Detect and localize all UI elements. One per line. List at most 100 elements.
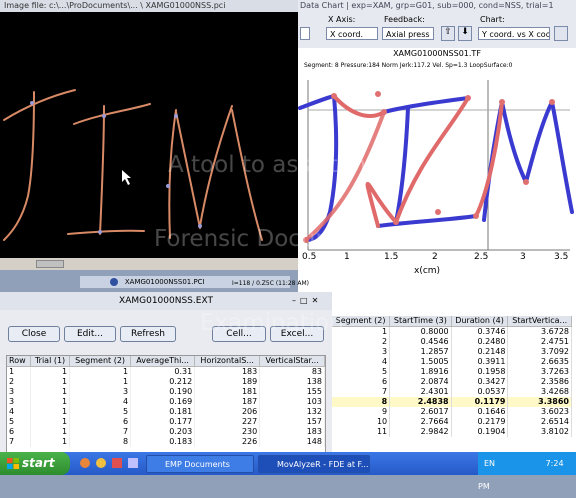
cell: 0.181 [130,407,196,417]
cell: 0.1646 [451,407,509,417]
chart-left-combo[interactable] [300,27,310,40]
cell: 2.6514 [507,417,572,427]
timing-table[interactable]: Segment (2) StartTime (3) Duration (4) S… [332,292,576,452]
cell: 4 [7,407,31,417]
cell: 3.7092 [507,347,572,357]
cell: 0.1179 [451,397,509,407]
table-row[interactable]: 3 1 4 0.169 187 103 [7,397,325,407]
chart-select[interactable]: Y coord. vs X coord [478,27,550,40]
firefox-quicklaunch-icon[interactable] [80,458,90,468]
overlay-caption-line1: A tool to assist in [168,152,367,178]
x-tick-label: 1.5 [384,252,399,262]
cell: 7 [332,387,391,397]
cell: 157 [259,417,325,427]
table-row[interactable]: 1 1 1 0.31 183 83 [7,366,325,377]
language-indicator[interactable]: EN [484,459,495,468]
desktop-quicklaunch-icon[interactable] [128,458,138,468]
cell: 3 [332,347,391,357]
segments-table[interactable]: Row Trial (1) Segment (2) AverageThi... … [6,355,326,453]
table-row[interactable]: 4 1.5005 0.3911 2.6635 [332,357,572,367]
system-tray: EN 7:24 PM [478,452,576,491]
arrow-up-button[interactable]: ⇧ [441,26,455,41]
cell: 148 [259,437,325,447]
table-row[interactable]: 7 1 8 0.183 226 148 [7,437,325,447]
cell: 8 [69,437,132,447]
cell: 3.6728 [507,326,572,337]
column-header[interactable]: HorizontalS... [194,356,261,367]
cell: 187 [194,397,261,407]
cell: 4 [69,397,132,407]
cell: 1 [30,417,71,427]
cell: 3 [69,387,132,397]
table-row[interactable]: 1 0.8000 0.3746 3.6728 [332,326,572,337]
cell: 138 [259,377,325,387]
table-row[interactable]: 7 2.4301 0.0537 3.4268 [332,387,572,397]
cell: 2.4838 [389,397,452,407]
table-row[interactable]: 9 2.6017 0.1646 3.6023 [332,407,572,417]
cell: 6 [332,377,391,387]
window-controls[interactable]: –□✕ [292,296,330,307]
task-movalyzer[interactable]: MovAlyzeR - FDE at F... [258,455,370,473]
column-header[interactable]: AverageThi... [130,356,196,367]
app-quicklaunch-icon[interactable] [112,458,122,468]
cell: 2.9842 [389,427,452,437]
cell: 0.203 [130,427,196,437]
cell: 0.31 [130,366,196,377]
edit-button[interactable]: Edit... [64,326,116,342]
table-row[interactable]: 10 2.7664 0.2179 2.6514 [332,417,572,427]
cell: 1.5005 [389,357,452,367]
mouse-cursor-icon [122,170,131,185]
x-tick-label: 1 [344,252,350,262]
table-row[interactable]: 2 0.4546 0.2480 2.4751 [332,337,572,347]
table-row[interactable]: 2 1 1 0.212 189 138 [7,377,325,387]
x-tick-label: 0.5 [302,252,317,262]
column-header[interactable]: Duration (4) [451,316,509,327]
close-icon[interactable]: ✕ [312,296,323,305]
cell: 10 [332,417,391,427]
cell: 2 [7,377,31,387]
cell: 11 [332,427,391,437]
overlay-caption-line2: Forensic Document [154,226,376,252]
table-row[interactable]: 3 1.2857 0.2148 3.7092 [332,347,572,357]
arrow-down-button[interactable]: ⬇ [458,26,472,41]
table-row[interactable]: 6 1 7 0.203 230 183 [7,427,325,437]
column-header[interactable]: Trial (1) [30,356,71,367]
refresh-button[interactable]: Refresh [120,326,176,342]
column-header[interactable]: Row [7,356,31,367]
table-row[interactable]: 3 1 3 0.190 181 155 [7,387,325,397]
ie-quicklaunch-icon[interactable] [96,458,106,468]
cell: 3.4268 [507,387,572,397]
table-row[interactable]: 6 2.0874 0.3427 2.3586 [332,377,572,387]
arrow-up-icon: ⇧ [444,27,452,37]
cell: 7 [7,437,31,447]
chart-menu-button[interactable] [554,26,568,41]
x-axis-select[interactable]: X coord. [326,27,378,40]
cell: 2.6017 [389,407,452,417]
column-header[interactable]: VerticalStar... [259,356,325,367]
table-row[interactable]: 11 2.9842 0.1904 3.8102 [332,427,572,437]
table-row-selected[interactable]: 8 2.4838 0.1179 3.3860 [332,397,572,407]
minimize-icon[interactable]: – [292,296,300,305]
feedback-select[interactable]: Axial press [382,27,434,40]
cell: 181 [194,387,261,397]
maximize-icon[interactable]: □ [300,296,312,305]
cell: 3 [7,397,31,407]
cell: 2 [332,337,391,347]
column-header[interactable]: StartTime (3) [389,316,452,327]
table-row[interactable]: 4 1 5 0.181 206 132 [7,407,325,417]
close-button[interactable]: Close [8,326,60,342]
segments-window-title: XAMG01000NSS.EXT [0,292,332,310]
cell: 0.3746 [451,326,509,337]
table-row[interactable]: 5 1 6 0.177 227 157 [7,417,325,427]
cell: 2.0874 [389,377,452,387]
x-axis-label: X Axis: [328,15,356,24]
cell: 8 [332,397,391,407]
cell: 7 [69,427,132,437]
column-header[interactable]: StartVertica... [507,316,572,327]
task-emp-documents[interactable]: EMP Documents [146,455,254,473]
canvas-scroll-thumb[interactable] [36,260,64,268]
cell: 0.1904 [451,427,509,437]
table-row[interactable]: 5 1.8916 0.1958 3.7263 [332,367,572,377]
column-header[interactable]: Segment (2) [69,356,132,367]
cell: 0.183 [130,437,196,447]
